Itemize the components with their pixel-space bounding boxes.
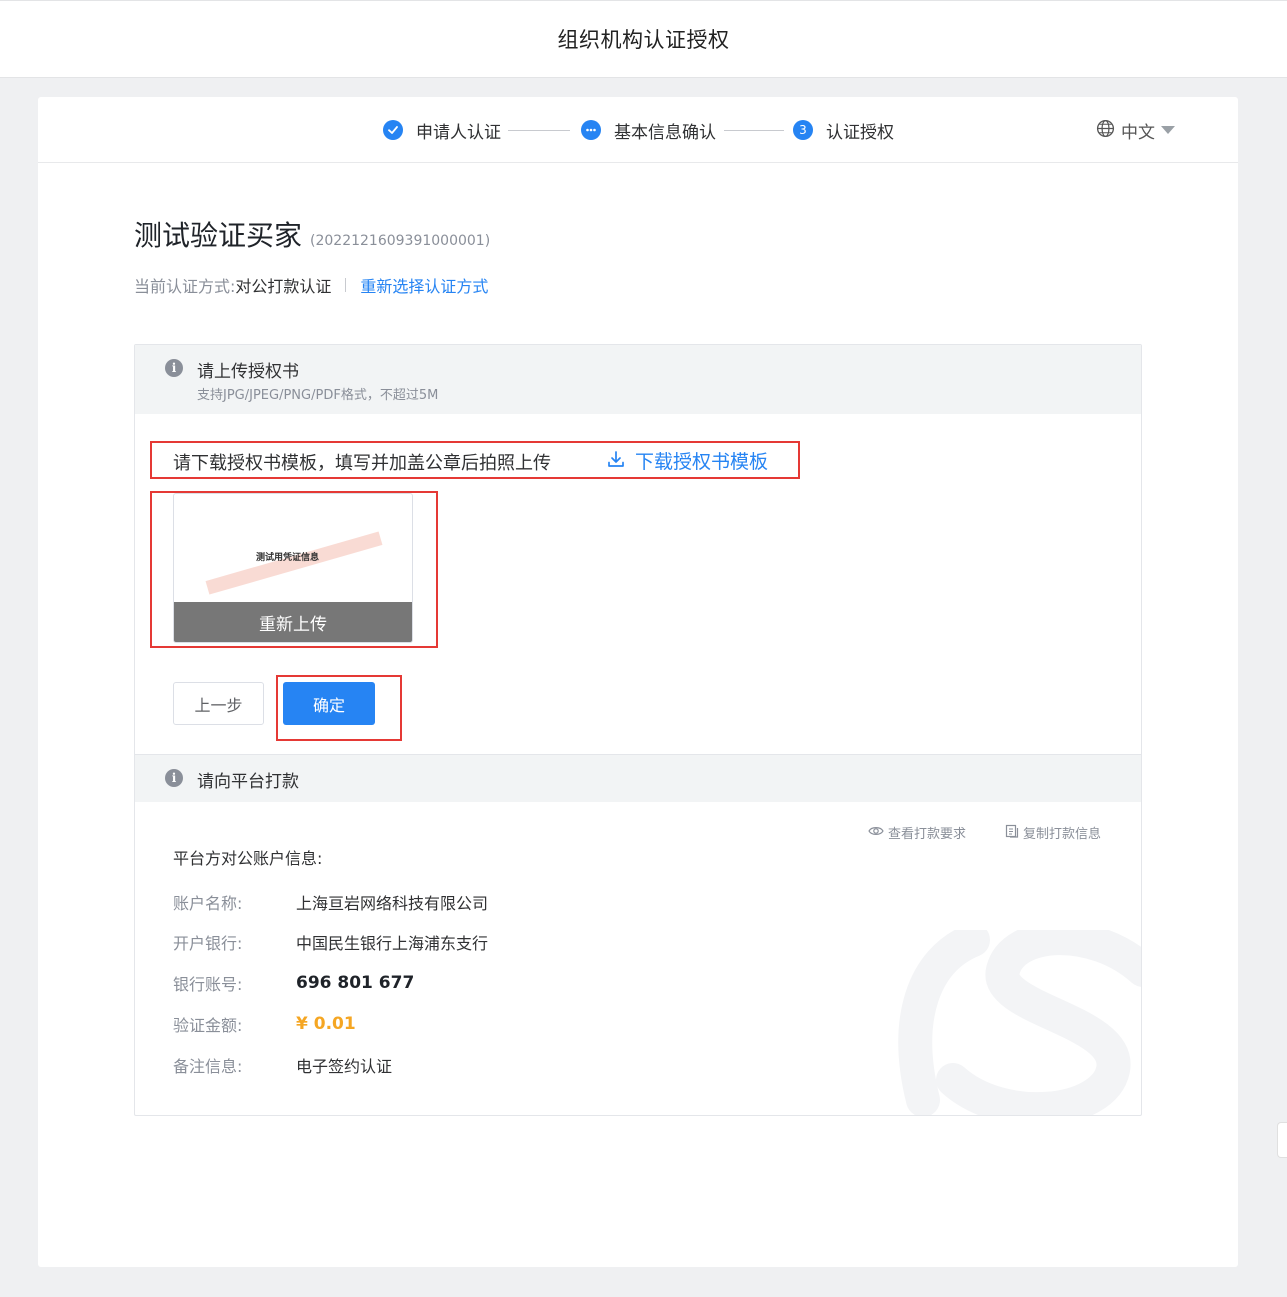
step-applicant: 申请人认证 (383, 119, 501, 143)
payment-section-title: 请向平台打款 (197, 772, 299, 792)
copy-info-link[interactable]: 复制打款信息 (1005, 823, 1101, 842)
auth-method: 当前认证方式: 对公打款认证 重新选择认证方式 (134, 273, 488, 297)
bank-label: 开户银行: (173, 934, 243, 953)
main-card: 申请人认证 基本信息确认 3 认证授权 中文 测试验证买家 (202212160… (38, 97, 1238, 1267)
step-label: 申请人认证 (416, 122, 501, 143)
account-name-value: 上海亘岩网络科技有限公司 (296, 894, 489, 913)
highlight-box (276, 675, 402, 741)
method-label: 当前认证方式: (134, 277, 236, 296)
step-basic-info: 基本信息确认 (581, 119, 716, 143)
step-number: 3 (793, 120, 813, 140)
view-requirements-link[interactable]: 查看打款要求 (868, 823, 966, 842)
account-row: 银行账号: 696 801 677 (173, 971, 414, 995)
company-code: (2022121609391000001) (310, 233, 491, 249)
highlight-box (150, 441, 800, 479)
upload-format-hint: 支持JPG/JPEG/PNG/PDF格式，不超过5M (197, 388, 439, 403)
bank-logo-watermark (898, 930, 1141, 1115)
check-icon (383, 120, 403, 140)
view-requirements-label: 查看打款要求 (888, 827, 967, 842)
account-row: 备注信息: 电子签约认证 (173, 1053, 392, 1077)
step-label: 认证授权 (826, 122, 894, 143)
previous-step-button[interactable]: 上一步 (173, 682, 264, 725)
language-label: 中文 (1121, 122, 1155, 143)
step-connector (508, 130, 570, 131)
reselect-method-link[interactable]: 重新选择认证方式 (360, 273, 488, 297)
caret-down-icon (1161, 126, 1175, 134)
copy-info-label: 复制打款信息 (1023, 827, 1102, 842)
side-float-tab[interactable] (1277, 1122, 1287, 1158)
top-header: 组织机构认证授权 (0, 0, 1287, 78)
amount-value: ¥ 0.01 (296, 1014, 356, 1034)
bank-value: 中国民生银行上海浦东支行 (296, 934, 489, 953)
copy-icon (1005, 824, 1019, 842)
step-authorization: 3 认证授权 (793, 119, 894, 143)
account-info-title: 平台方对公账户信息: (173, 849, 323, 868)
info-icon: i (165, 359, 183, 377)
company-heading: 测试验证买家 (2022121609391000001) (134, 214, 490, 254)
eye-icon (868, 825, 884, 841)
globe-icon (1096, 119, 1115, 142)
amount-label: 验证金额: (173, 1016, 243, 1035)
page-title: 组织机构认证授权 (557, 28, 730, 52)
step-progress: 申请人认证 基本信息确认 3 认证授权 中文 (38, 97, 1238, 163)
account-row: 账户名称: 上海亘岩网络科技有限公司 (173, 890, 488, 914)
payment-section-header: i 请向平台打款 (135, 754, 1141, 802)
divider (345, 278, 347, 292)
remark-label: 备注信息: (173, 1057, 243, 1076)
company-name: 测试验证买家 (134, 219, 303, 252)
account-number-label: 银行账号: (173, 975, 243, 994)
highlight-box (150, 491, 438, 648)
account-row: 验证金额: ¥ 0.01 (173, 1012, 356, 1036)
step-label: 基本信息确认 (614, 122, 716, 143)
account-name-label: 账户名称: (173, 894, 243, 913)
step-connector (724, 130, 784, 131)
account-number-value: 696 801 677 (296, 973, 415, 993)
more-dots-icon (581, 120, 601, 140)
auth-panel: i 请上传授权书 支持JPG/JPEG/PNG/PDF格式，不超过5M 请下载授… (134, 344, 1142, 1116)
upload-section-title: 请上传授权书 (197, 362, 299, 382)
language-selector[interactable]: 中文 (1096, 119, 1175, 143)
account-row: 开户银行: 中国民生银行上海浦东支行 (173, 930, 488, 954)
remark-value: 电子签约认证 (296, 1057, 393, 1076)
upload-section-header: i 请上传授权书 支持JPG/JPEG/PNG/PDF格式，不超过5M (135, 345, 1141, 414)
info-icon: i (165, 769, 183, 787)
method-value: 对公打款认证 (235, 277, 332, 296)
